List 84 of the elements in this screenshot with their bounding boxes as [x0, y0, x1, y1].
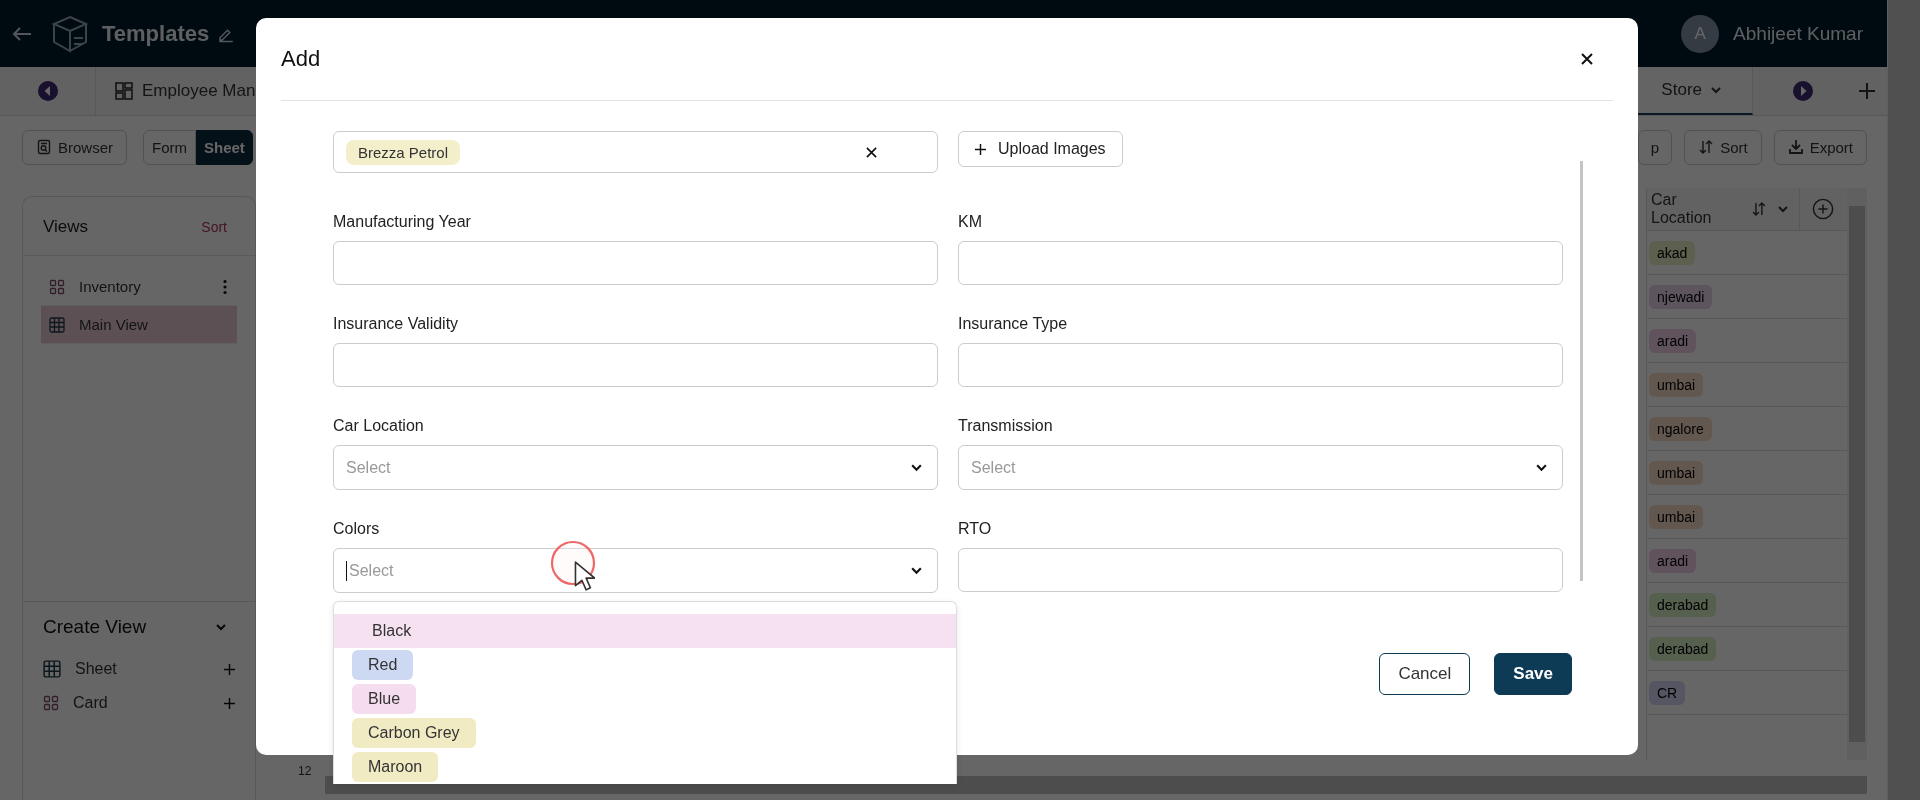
- grid-icon: [49, 316, 65, 333]
- view-mode-button[interactable]: Form: [143, 129, 196, 165]
- cube-logo-icon: [50, 13, 90, 54]
- more-options-icon[interactable]: [223, 278, 227, 295]
- view-mode-button[interactable]: Browser: [22, 129, 127, 165]
- download-icon: [1787, 139, 1804, 155]
- text-field[interactable]: [958, 548, 1563, 592]
- field-label: Transmission: [958, 417, 1054, 435]
- panel-title: Views: [43, 217, 89, 237]
- dropdown-option[interactable]: Carbon Grey: [334, 716, 956, 750]
- field-label: KM: [958, 213, 983, 231]
- text-field[interactable]: [333, 343, 938, 387]
- text-field[interactable]: [958, 241, 1563, 285]
- page-scrollbar[interactable]: [1887, 0, 1920, 800]
- dialog-button[interactable]: Cancel: [1379, 653, 1471, 695]
- next-icon[interactable]: [1793, 81, 1813, 101]
- dropdown-option[interactable]: Blue: [334, 682, 956, 716]
- view-item[interactable]: Main View: [41, 306, 237, 344]
- field-label: Colors: [333, 520, 381, 538]
- location-tag: umbai: [1649, 372, 1704, 397]
- location-tag: aradi: [1649, 548, 1697, 573]
- sort-icon: [1698, 139, 1715, 155]
- add-column-icon[interactable]: [1812, 198, 1835, 220]
- sort-link[interactable]: Sort: [201, 219, 227, 235]
- location-tag: aradi: [1649, 328, 1697, 353]
- clear-icon[interactable]: [866, 146, 877, 158]
- plus-icon[interactable]: [224, 663, 235, 675]
- text-field[interactable]: [333, 241, 938, 285]
- page-title: Templates: [102, 20, 210, 47]
- plus-icon: [975, 143, 986, 155]
- scrollbar[interactable]: [1847, 188, 1867, 760]
- location-tag: CR: [1649, 680, 1686, 705]
- grid-icon: [43, 660, 61, 678]
- dropdown-option[interactable]: Maroon: [334, 750, 956, 784]
- user-name: Abhijeet Kumar: [1733, 22, 1863, 45]
- close-icon[interactable]: [1581, 53, 1593, 65]
- location-tag: umbai: [1649, 460, 1704, 485]
- text-field[interactable]: [958, 343, 1563, 387]
- mouse-cursor-icon: [573, 560, 595, 592]
- card-view-icon: [43, 695, 59, 711]
- location-tag: derabad: [1649, 636, 1717, 661]
- section-title: Create View: [43, 616, 147, 638]
- chevron-down-icon[interactable]: [1776, 203, 1789, 215]
- sort-icon[interactable]: [1750, 201, 1767, 217]
- color-tag: Maroon: [352, 752, 439, 782]
- toolbar-button[interactable]: p: [1637, 129, 1673, 165]
- view-mode-button[interactable]: Sheet: [196, 129, 253, 165]
- dashboard-icon: [114, 81, 134, 101]
- dropdown-option[interactable]: Red: [334, 648, 956, 682]
- location-tag: njewadi: [1649, 284, 1713, 309]
- add-tab-icon[interactable]: [1857, 81, 1877, 101]
- toolbar-button[interactable]: Sort: [1684, 129, 1762, 165]
- document-search-icon: [36, 139, 52, 155]
- dialog-title: Add: [281, 46, 321, 72]
- color-tag: Red: [352, 650, 414, 680]
- field-label: RTO: [958, 520, 993, 538]
- dialog-button[interactable]: Save: [1494, 653, 1572, 695]
- chevron-down-icon[interactable]: [215, 621, 227, 633]
- field-label: Insurance Type: [958, 315, 1069, 333]
- select-field[interactable]: Select: [333, 548, 938, 593]
- select-field[interactable]: Select: [333, 445, 938, 490]
- upload-images-button[interactable]: Upload Images: [958, 131, 1123, 167]
- location-tag: ngalore: [1649, 416, 1712, 441]
- location-tag: derabad: [1649, 592, 1717, 617]
- card-view-icon: [49, 278, 65, 295]
- dialog-scrollbar[interactable]: [1580, 161, 1583, 581]
- previous-icon[interactable]: [37, 81, 58, 101]
- create-view-item[interactable]: Sheet: [43, 652, 235, 686]
- color-tag: Black: [352, 616, 428, 646]
- row-number: 12: [297, 763, 312, 778]
- selected-tag: Brezza Petrol: [346, 139, 461, 165]
- chevron-down-icon: [1710, 84, 1722, 96]
- select-field[interactable]: Select: [958, 445, 1563, 490]
- color-tag: Blue: [352, 684, 417, 714]
- toolbar-button[interactable]: Export: [1773, 129, 1867, 165]
- location-tag: umbai: [1649, 504, 1704, 529]
- field-label: Insurance Validity: [333, 315, 460, 333]
- field-label: Manufacturing Year: [333, 213, 472, 231]
- create-view-item[interactable]: Card: [43, 686, 235, 720]
- dropdown-option[interactable]: Black: [334, 614, 956, 648]
- field-label: Car Location: [333, 417, 425, 435]
- location-tag: akad: [1649, 240, 1696, 265]
- color-tag: Carbon Grey: [352, 718, 476, 748]
- plus-icon[interactable]: [224, 697, 235, 709]
